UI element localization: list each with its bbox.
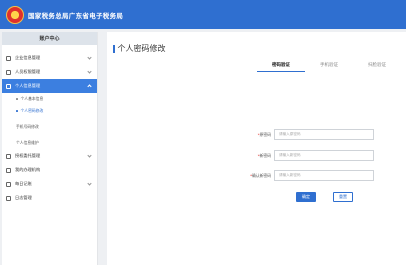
- sidebar-item-label: 授权委托管理: [15, 153, 41, 158]
- subitem-label: 个人密码修改: [20, 108, 44, 113]
- page-title: 个人密码修改: [113, 43, 166, 54]
- chevron-down-icon: [87, 153, 92, 158]
- old-password-row: *原密码 请输入原密码: [242, 129, 374, 140]
- handshake-icon: [6, 153, 11, 159]
- chevron-down-icon: [87, 69, 92, 74]
- top-banner: 国家税务总局广东省电子税务局: [0, 0, 406, 29]
- subitem-label: 个人基本信息: [20, 96, 44, 101]
- user-icon: [6, 69, 11, 75]
- subitem-label: 个人信息维护: [16, 140, 39, 145]
- sidebar-item-my-agency[interactable]: 我的办理机构: [2, 163, 97, 177]
- sidebar-item-authorization[interactable]: 授权委托管理: [2, 149, 97, 163]
- confirm-password-row: *确认新密码 请输入新密码: [242, 170, 374, 181]
- sidebar-item-label: 个人信息管理: [15, 83, 41, 88]
- new-password-label: *新密码: [257, 152, 271, 158]
- sidebar-heading: 账户中心: [2, 32, 97, 45]
- chevron-down-icon: [87, 55, 92, 60]
- chevron-up-icon: [87, 84, 92, 89]
- title-accent-bar: [113, 44, 115, 53]
- sidebar-item-label: 日志管理: [15, 195, 32, 200]
- reset-button[interactable]: 重置: [333, 192, 353, 202]
- tab-phone-verify[interactable]: 手机验证: [305, 62, 353, 72]
- new-password-row: *新密码 请输入新密码: [242, 150, 374, 161]
- sidebar: 账户中心 企业信息管理 人员权限管理 个人信息管理 个人基本信息 个人密码修改 …: [2, 32, 98, 265]
- sidebar-item-permissions[interactable]: 人员权限管理: [2, 65, 97, 79]
- sidebar-item-bookkeeping[interactable]: 每日记账: [2, 177, 97, 191]
- tab-password-verify[interactable]: 密码验证: [257, 62, 305, 72]
- sidebar-item-label: 每日记账: [15, 181, 32, 186]
- confirm-password-label: *确认新密码: [250, 172, 271, 178]
- sidebar-item-label: 企业信息管理: [15, 55, 41, 60]
- subitem-phone-change[interactable]: 手机号码修改: [2, 121, 97, 133]
- confirm-button[interactable]: 确定: [296, 192, 316, 202]
- sidebar-item-label: 我的办理机构: [15, 167, 41, 172]
- new-password-input[interactable]: 请输入新密码: [274, 150, 374, 161]
- subitem-info-maintenance[interactable]: 个人信息维护: [2, 137, 97, 149]
- subitem-basic-info[interactable]: 个人基本信息: [2, 93, 97, 105]
- old-password-label: *原密码: [257, 131, 271, 137]
- main-panel: 个人密码修改 密码验证 手机验证 扫脸验证 *原密码 请输入原密码 *新密码 请…: [107, 32, 406, 265]
- site-title: 国家税务总局广东省电子税务局: [28, 11, 124, 20]
- log-icon: [6, 195, 11, 201]
- page-title-text: 个人密码修改: [117, 44, 166, 53]
- bullet-icon: [16, 110, 18, 112]
- chevron-down-icon: [87, 181, 92, 186]
- tax-emblem-icon: [6, 5, 24, 24]
- office-icon: [6, 167, 11, 173]
- subitem-label: 手机号码修改: [16, 124, 39, 129]
- verify-tabs: 密码验证 手机验证 扫脸验证: [257, 62, 401, 72]
- sidebar-item-personal-info[interactable]: 个人信息管理: [2, 79, 97, 93]
- id-card-icon: [6, 83, 11, 89]
- sidebar-item-label: 人员权限管理: [15, 69, 41, 74]
- building-icon: [6, 55, 11, 61]
- sidebar-item-logs[interactable]: 日志管理: [2, 191, 97, 205]
- ledger-icon: [6, 181, 11, 187]
- bullet-icon: [16, 98, 18, 100]
- old-password-input[interactable]: 请输入原密码: [274, 129, 374, 140]
- subitem-password-change[interactable]: 个人密码修改: [2, 105, 97, 117]
- confirm-password-input[interactable]: 请输入新密码: [274, 170, 374, 181]
- sidebar-item-enterprise-info[interactable]: 企业信息管理: [2, 51, 97, 65]
- tab-face-verify[interactable]: 扫脸验证: [353, 62, 401, 72]
